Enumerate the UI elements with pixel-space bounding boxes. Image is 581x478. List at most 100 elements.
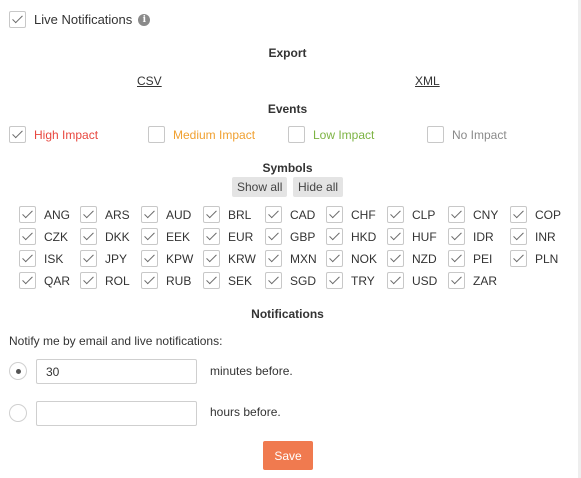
symbol-item-zar[interactable]: ZAR	[448, 272, 497, 289]
event-low-impact-checkbox[interactable]	[288, 126, 305, 143]
symbol-checkbox[interactable]	[80, 228, 97, 245]
export-xml-link[interactable]: XML	[415, 74, 440, 88]
symbol-item-nzd[interactable]: NZD	[387, 250, 437, 267]
symbol-item-dkk[interactable]: DKK	[80, 228, 130, 245]
symbol-item-jpy[interactable]: JPY	[80, 250, 127, 267]
event-high-impact-checkbox[interactable]	[9, 126, 26, 143]
symbol-label: RUB	[166, 273, 192, 288]
minutes-radio[interactable]	[9, 362, 27, 380]
symbol-checkbox[interactable]	[19, 206, 36, 223]
symbol-checkbox[interactable]	[448, 228, 465, 245]
symbol-item-hkd[interactable]: HKD	[326, 228, 376, 245]
symbol-label: CNY	[473, 207, 499, 222]
symbol-item-aud[interactable]: AUD	[141, 206, 191, 223]
symbol-checkbox[interactable]	[326, 206, 343, 223]
event-no-impact-checkbox[interactable]	[427, 126, 444, 143]
symbol-checkbox[interactable]	[448, 250, 465, 267]
symbol-item-idr[interactable]: IDR	[448, 228, 494, 245]
symbol-item-sgd[interactable]: SGD	[265, 272, 316, 289]
symbol-checkbox[interactable]	[510, 206, 527, 223]
symbol-label: JPY	[105, 251, 128, 266]
symbol-item-cop[interactable]: COP	[510, 206, 561, 223]
symbol-checkbox[interactable]	[141, 228, 158, 245]
hours-radio[interactable]	[9, 404, 27, 422]
symbol-checkbox[interactable]	[448, 206, 465, 223]
export-csv-link[interactable]: CSV	[137, 74, 162, 88]
symbol-checkbox[interactable]	[19, 228, 36, 245]
symbol-item-pln[interactable]: PLN	[510, 250, 558, 267]
symbol-item-inr[interactable]: INR	[510, 228, 556, 245]
event-high-impact-label: High Impact	[34, 127, 99, 142]
symbol-item-clp[interactable]: CLP	[387, 206, 435, 223]
symbol-checkbox[interactable]	[265, 228, 282, 245]
live-notifications-checkbox[interactable]	[9, 11, 26, 28]
save-button[interactable]: Save	[263, 441, 313, 470]
symbol-checkbox[interactable]	[80, 250, 97, 267]
symbol-label: CZK	[44, 229, 68, 244]
symbol-checkbox[interactable]	[203, 228, 220, 245]
symbol-item-usd[interactable]: USD	[387, 272, 437, 289]
symbol-label: QAR	[44, 273, 71, 288]
event-medium-impact-checkbox[interactable]	[148, 126, 165, 143]
symbol-item-huf[interactable]: HUF	[387, 228, 437, 245]
symbol-item-nok[interactable]: NOK	[326, 250, 377, 267]
symbol-item-brl[interactable]: BRL	[203, 206, 251, 223]
event-no-impact-label: No Impact	[452, 127, 507, 142]
symbol-item-chf[interactable]: CHF	[326, 206, 376, 223]
symbol-item-czk[interactable]: CZK	[19, 228, 68, 245]
show-all-button[interactable]: Show all	[232, 177, 288, 197]
symbol-checkbox[interactable]	[326, 228, 343, 245]
symbol-item-mxn[interactable]: MXN	[265, 250, 317, 267]
info-icon[interactable]: i	[138, 13, 151, 26]
symbol-item-cad[interactable]: CAD	[265, 206, 315, 223]
symbol-checkbox[interactable]	[19, 272, 36, 289]
symbol-item-eur[interactable]: EUR	[203, 228, 253, 245]
symbol-item-krw[interactable]: KRW	[203, 250, 256, 267]
symbol-item-eek[interactable]: EEK	[141, 228, 190, 245]
minutes-input[interactable]	[36, 359, 197, 384]
symbol-checkbox[interactable]	[265, 272, 282, 289]
symbol-item-pei[interactable]: PEI	[448, 250, 492, 267]
event-high-impact[interactable]: High Impact	[9, 126, 98, 143]
symbol-item-rub[interactable]: RUB	[141, 272, 191, 289]
symbol-item-sek[interactable]: SEK	[203, 272, 252, 289]
symbol-checkbox[interactable]	[265, 250, 282, 267]
symbol-label: GBP	[290, 229, 316, 244]
symbol-label: MXN	[290, 251, 317, 266]
symbol-checkbox[interactable]	[80, 206, 97, 223]
event-low-impact[interactable]: Low Impact	[288, 126, 374, 143]
hours-input[interactable]	[36, 401, 197, 426]
symbol-checkbox[interactable]	[510, 228, 527, 245]
symbol-checkbox[interactable]	[203, 250, 220, 267]
symbol-checkbox[interactable]	[387, 272, 404, 289]
symbol-checkbox[interactable]	[387, 206, 404, 223]
symbol-checkbox[interactable]	[387, 250, 404, 267]
symbol-checkbox[interactable]	[141, 206, 158, 223]
event-medium-impact[interactable]: Medium Impact	[148, 126, 255, 143]
symbol-checkbox[interactable]	[265, 206, 282, 223]
symbol-item-rol[interactable]: ROL	[80, 272, 130, 289]
symbol-checkbox[interactable]	[326, 272, 343, 289]
symbol-item-gbp[interactable]: GBP	[265, 228, 315, 245]
hide-all-button[interactable]: Hide all	[293, 177, 344, 197]
symbol-checkbox[interactable]	[326, 250, 343, 267]
symbol-checkbox[interactable]	[141, 272, 158, 289]
event-medium-impact-label: Medium Impact	[173, 127, 256, 142]
symbol-checkbox[interactable]	[448, 272, 465, 289]
symbol-checkbox[interactable]	[19, 250, 36, 267]
symbol-item-ars[interactable]: ARS	[80, 206, 130, 223]
symbol-item-cny[interactable]: CNY	[448, 206, 498, 223]
symbol-checkbox[interactable]	[203, 206, 220, 223]
symbol-checkbox[interactable]	[203, 272, 220, 289]
symbol-checkbox[interactable]	[141, 250, 158, 267]
symbol-item-kpw[interactable]: KPW	[141, 250, 193, 267]
symbol-checkbox[interactable]	[80, 272, 97, 289]
event-no-impact[interactable]: No Impact	[427, 126, 507, 143]
symbol-item-qar[interactable]: QAR	[19, 272, 70, 289]
symbol-checkbox[interactable]	[387, 228, 404, 245]
minutes-suffix: minutes before.	[210, 364, 293, 378]
symbol-item-try[interactable]: TRY	[326, 272, 375, 289]
symbol-item-isk[interactable]: ISK	[19, 250, 63, 267]
symbol-item-ang[interactable]: ANG	[19, 206, 70, 223]
symbol-checkbox[interactable]	[510, 250, 527, 267]
